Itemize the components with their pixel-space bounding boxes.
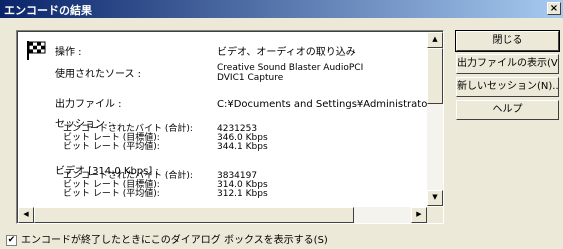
- scroll-down-button[interactable]: ▼: [427, 190, 443, 206]
- source-value-1: Creative Sound Blaster AudioPCI: [217, 63, 364, 73]
- output-label: 出力ファイル :: [55, 99, 122, 110]
- title-bar: エンコードの結果 ×: [0, 0, 563, 18]
- source-value-2: DVIC1 Capture: [217, 73, 284, 83]
- operation-label: 操作 :: [55, 47, 82, 58]
- show-dialog-option[interactable]: ✔ エンコードが終了したときにこのダイアログ ボックスを表示する(S): [6, 231, 328, 246]
- window-title: エンコードの結果: [4, 4, 92, 17]
- vertical-scrollbar[interactable]: ▲ ▼: [427, 32, 443, 206]
- source-label: 使用されたソース :: [55, 69, 142, 80]
- close-button[interactable]: 閉じる: [455, 30, 560, 52]
- show-dialog-checkbox[interactable]: ✔: [6, 234, 17, 246]
- scroll-up-button[interactable]: ▲: [427, 32, 443, 48]
- show-output-button[interactable]: 出力ファイルの表示(V): [456, 54, 559, 74]
- new-session-button[interactable]: 新しいセッション(N)...: [456, 77, 559, 97]
- scroll-corner: [427, 207, 443, 223]
- session-average-label: ビット レート (平均値):: [63, 142, 160, 152]
- horizontal-scrollbar[interactable]: ◀ ▶: [18, 207, 427, 223]
- close-window-button[interactable]: ×: [547, 2, 561, 15]
- checkered-flag-icon: [27, 41, 46, 60]
- show-dialog-label: エンコードが終了したときにこのダイアログ ボックスを表示する(S): [21, 235, 328, 246]
- help-button[interactable]: ヘルプ: [456, 100, 559, 120]
- video-average-value: 312.1 Kbps: [217, 189, 268, 199]
- operation-value: ビデオ、オーディオの取り込み: [217, 47, 356, 58]
- video-average-label: ビット レート (平均値):: [63, 189, 160, 199]
- results-panel: 操作 : ビデオ、オーディオの取り込み 使用されたソース : Creative …: [16, 30, 444, 224]
- session-average-value: 344.1 Kbps: [217, 142, 268, 152]
- scroll-left-button[interactable]: ◀: [18, 207, 34, 223]
- output-value: C:¥Documents and Settings¥Administrator¥…: [217, 99, 444, 110]
- horizontal-scroll-thumb[interactable]: [34, 207, 354, 223]
- scroll-right-button[interactable]: ▶: [411, 207, 427, 223]
- vertical-scroll-thumb[interactable]: [427, 48, 443, 104]
